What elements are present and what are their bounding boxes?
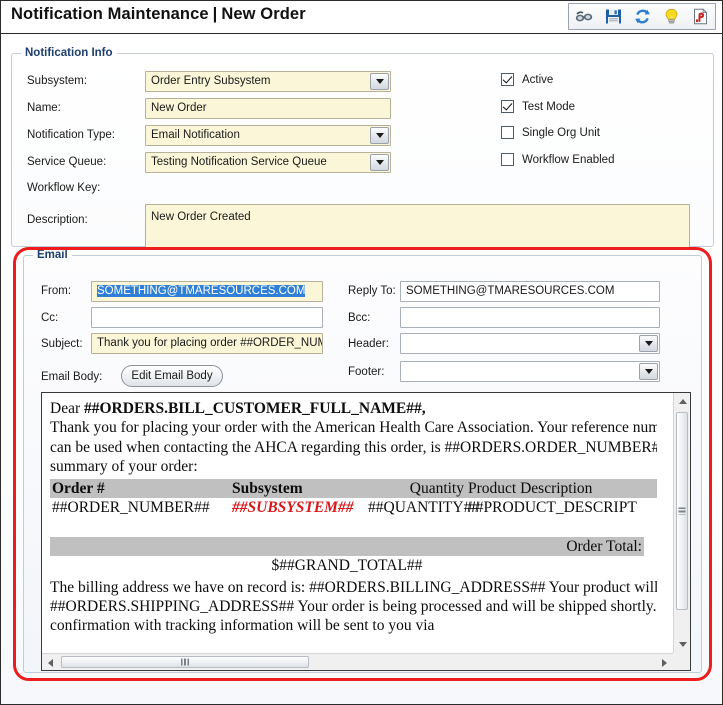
subsystem-select[interactable]: Order Entry Subsystem bbox=[145, 71, 391, 92]
page-title-main: Notification Maintenance bbox=[11, 5, 209, 23]
page-title-separator: | bbox=[212, 5, 218, 23]
checkbox-label: Test Mode bbox=[522, 100, 576, 113]
table-spacer-row bbox=[50, 517, 657, 536]
name-label: Name: bbox=[27, 102, 61, 114]
column-header-subsystem: Subsystem bbox=[230, 478, 366, 499]
notification-type-value: Email Notification bbox=[151, 129, 240, 141]
greeting-token: ##ORDERS.BILL_CUSTOMER_FULL_NAME##, bbox=[84, 400, 426, 417]
cell-product-description: ##PRODUCT_DESCRIPT bbox=[468, 499, 637, 517]
column-header-product-description: Product Description bbox=[466, 478, 657, 499]
column-header-quantity: Quantity bbox=[366, 478, 466, 499]
footer-select[interactable] bbox=[400, 361, 660, 382]
from-input[interactable]: SOMETHING@TMARESOURCES.COM bbox=[91, 281, 323, 302]
email-legend: Email bbox=[33, 249, 72, 261]
order-summary-table: Order # Subsystem Quantity Product Descr… bbox=[50, 478, 657, 537]
cell-order-number: ##ORDER_NUMBER## bbox=[52, 499, 210, 517]
bcc-label: Bcc: bbox=[348, 312, 371, 324]
service-queue-value: Testing Notification Service Queue bbox=[151, 156, 327, 168]
email-paragraph-2: The billing address we have on record is… bbox=[50, 578, 657, 635]
preview-vertical-scrollbar[interactable] bbox=[673, 393, 690, 653]
notification-info-legend: Notification Info bbox=[21, 47, 117, 59]
chevron-down-icon[interactable] bbox=[370, 127, 389, 144]
checkbox-box[interactable] bbox=[501, 153, 514, 166]
workflow-key-label: Workflow Key: bbox=[27, 182, 101, 194]
email-paragraph-1: Thank you for placing your order with th… bbox=[50, 419, 657, 476]
from-input-selected-text: SOMETHING@TMARESOURCES.COM bbox=[97, 285, 306, 297]
scroll-left-icon[interactable] bbox=[42, 654, 59, 670]
checkbox-single-org-unit[interactable]: Single Org Unit bbox=[501, 126, 600, 139]
service-queue-label: Service Queue: bbox=[27, 156, 107, 168]
description-label: Description: bbox=[27, 214, 88, 226]
email-body-preview-canvas: Dear ##ORDERS.BILL_CUSTOMER_FULL_NAME##,… bbox=[42, 393, 657, 655]
name-input[interactable]: New Order bbox=[145, 98, 391, 119]
order-total-value-row: $##GRAND_TOTAL## bbox=[50, 556, 644, 575]
cc-input[interactable] bbox=[91, 307, 323, 328]
order-total-table: Order Total: $##GRAND_TOTAL## bbox=[50, 536, 644, 576]
scroll-down-icon[interactable] bbox=[674, 636, 690, 653]
reply-to-input[interactable]: SOMETHING@TMARESOURCES.COM bbox=[400, 281, 660, 302]
checkbox-box[interactable] bbox=[501, 126, 514, 139]
email-body-label: Email Body: bbox=[41, 371, 103, 383]
header-label: Header: bbox=[348, 338, 389, 350]
save-icon[interactable] bbox=[603, 7, 623, 27]
description-input[interactable]: New Order Created bbox=[145, 204, 690, 249]
cell-subsystem: ##SUBSYSTEM## bbox=[230, 498, 366, 517]
footer-label: Footer: bbox=[348, 366, 385, 378]
hint-icon[interactable] bbox=[661, 7, 681, 27]
chevron-down-icon[interactable] bbox=[639, 335, 658, 352]
table-row: ##ORDER_NUMBER## ##SUBSYSTEM## ##QUANTIT… bbox=[50, 498, 657, 517]
email-body-preview: Dear ##ORDERS.BILL_CUSTOMER_FULL_NAME##,… bbox=[41, 392, 691, 671]
toolbar bbox=[568, 3, 716, 30]
email-body-document: Dear ##ORDERS.BILL_CUSTOMER_FULL_NAME##,… bbox=[50, 399, 657, 636]
order-summary-table-body: ##ORDER_NUMBER## ##SUBSYSTEM## ##QUANTIT… bbox=[50, 498, 657, 537]
email-greeting: Dear ##ORDERS.BILL_CUSTOMER_FULL_NAME##, bbox=[50, 399, 657, 418]
from-label: From: bbox=[41, 285, 72, 297]
vertical-scroll-thumb[interactable] bbox=[676, 412, 688, 610]
view-icon[interactable] bbox=[574, 7, 594, 27]
order-total-value: $##GRAND_TOTAL## bbox=[271, 557, 423, 575]
edit-email-body-button[interactable]: Edit Email Body bbox=[121, 365, 223, 387]
bcc-input[interactable] bbox=[400, 307, 660, 328]
checkbox-label: Workflow Enabled bbox=[522, 153, 615, 166]
cell-subsystem-token: ##SUBSYSTEM## bbox=[232, 499, 354, 517]
page-header: Notification Maintenance | New Order bbox=[1, 1, 722, 34]
subsystem-value: Order Entry Subsystem bbox=[151, 75, 271, 87]
order-total-label: Order Total: bbox=[50, 536, 644, 557]
checkbox-box[interactable] bbox=[501, 100, 514, 113]
chevron-down-icon[interactable] bbox=[639, 363, 658, 380]
cc-label: Cc: bbox=[41, 312, 59, 324]
subsystem-label: Subsystem: bbox=[27, 75, 88, 87]
subject-input[interactable]: Thank you for placing order ##ORDER_NUMB bbox=[91, 333, 323, 354]
checkbox-label: Single Org Unit bbox=[522, 126, 600, 139]
preview-horizontal-scrollbar[interactable] bbox=[42, 653, 673, 670]
checkbox-box[interactable] bbox=[501, 73, 514, 86]
application-window: Notification Maintenance | New Order Not… bbox=[0, 0, 723, 705]
chevron-down-icon[interactable] bbox=[370, 73, 389, 90]
reply-to-label: Reply To: bbox=[348, 285, 396, 297]
page-title: Notification Maintenance | New Order bbox=[11, 5, 306, 24]
header-select[interactable] bbox=[400, 333, 660, 354]
order-total-label-row: Order Total: bbox=[50, 536, 644, 557]
cell-quantity: ##QUANTITY## bbox=[368, 499, 480, 517]
page-title-sub: New Order bbox=[221, 5, 306, 23]
order-summary-table-head: Order # Subsystem Quantity Product Descr… bbox=[50, 478, 657, 499]
notification-type-label: Notification Type: bbox=[27, 129, 116, 141]
horizontal-scroll-thumb[interactable] bbox=[61, 656, 309, 668]
checkbox-test-mode[interactable]: Test Mode bbox=[501, 100, 575, 113]
table-header-row: Order # Subsystem Quantity Product Descr… bbox=[50, 478, 657, 499]
report-icon[interactable] bbox=[690, 7, 710, 27]
service-queue-select[interactable]: Testing Notification Service Queue bbox=[145, 152, 391, 173]
refresh-icon[interactable] bbox=[632, 7, 652, 27]
scrollbar-corner bbox=[673, 653, 690, 670]
subject-label: Subject: bbox=[41, 338, 83, 350]
checkbox-label: Active bbox=[522, 73, 554, 86]
greeting-prefix: Dear bbox=[50, 400, 84, 417]
checkbox-active[interactable]: Active bbox=[501, 73, 553, 86]
scroll-up-icon[interactable] bbox=[674, 393, 690, 410]
chevron-down-icon[interactable] bbox=[370, 154, 389, 171]
scroll-right-icon[interactable] bbox=[656, 654, 673, 670]
notification-type-select[interactable]: Email Notification bbox=[145, 125, 391, 146]
checkbox-workflow-enabled[interactable]: Workflow Enabled bbox=[501, 153, 614, 166]
column-header-order-number: Order # bbox=[50, 478, 230, 499]
